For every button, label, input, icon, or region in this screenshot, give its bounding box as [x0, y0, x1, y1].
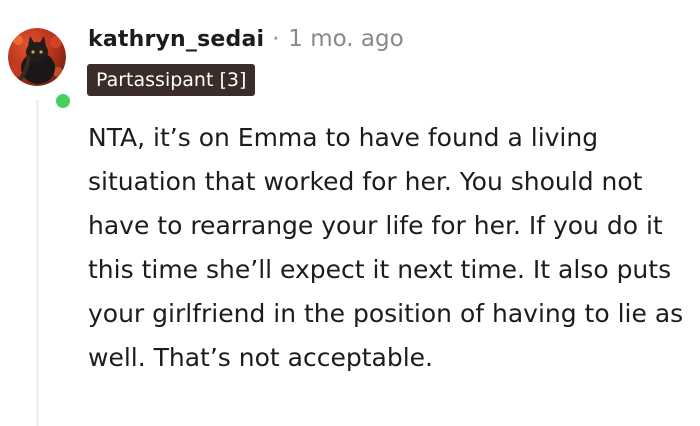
avatar-image: [8, 28, 66, 86]
meta-separator: ·: [272, 26, 280, 52]
comment-body: NTA, it’s on Emma to have found a living…: [88, 123, 684, 372]
user-flair-badge: Partassipant [3]: [87, 64, 256, 96]
avatar[interactable]: [8, 28, 73, 111]
comment-meta: kathryn_sedai · 1 mo. ago: [88, 24, 404, 54]
author-username[interactable]: kathryn_sedai: [88, 27, 264, 52]
comment-timestamp[interactable]: 1 mo. ago: [288, 26, 403, 52]
comment: kathryn_sedai · 1 mo. ago Partassipant […: [0, 0, 700, 426]
online-status-dot: [53, 91, 73, 111]
thread-collapse-line[interactable]: [36, 100, 39, 426]
